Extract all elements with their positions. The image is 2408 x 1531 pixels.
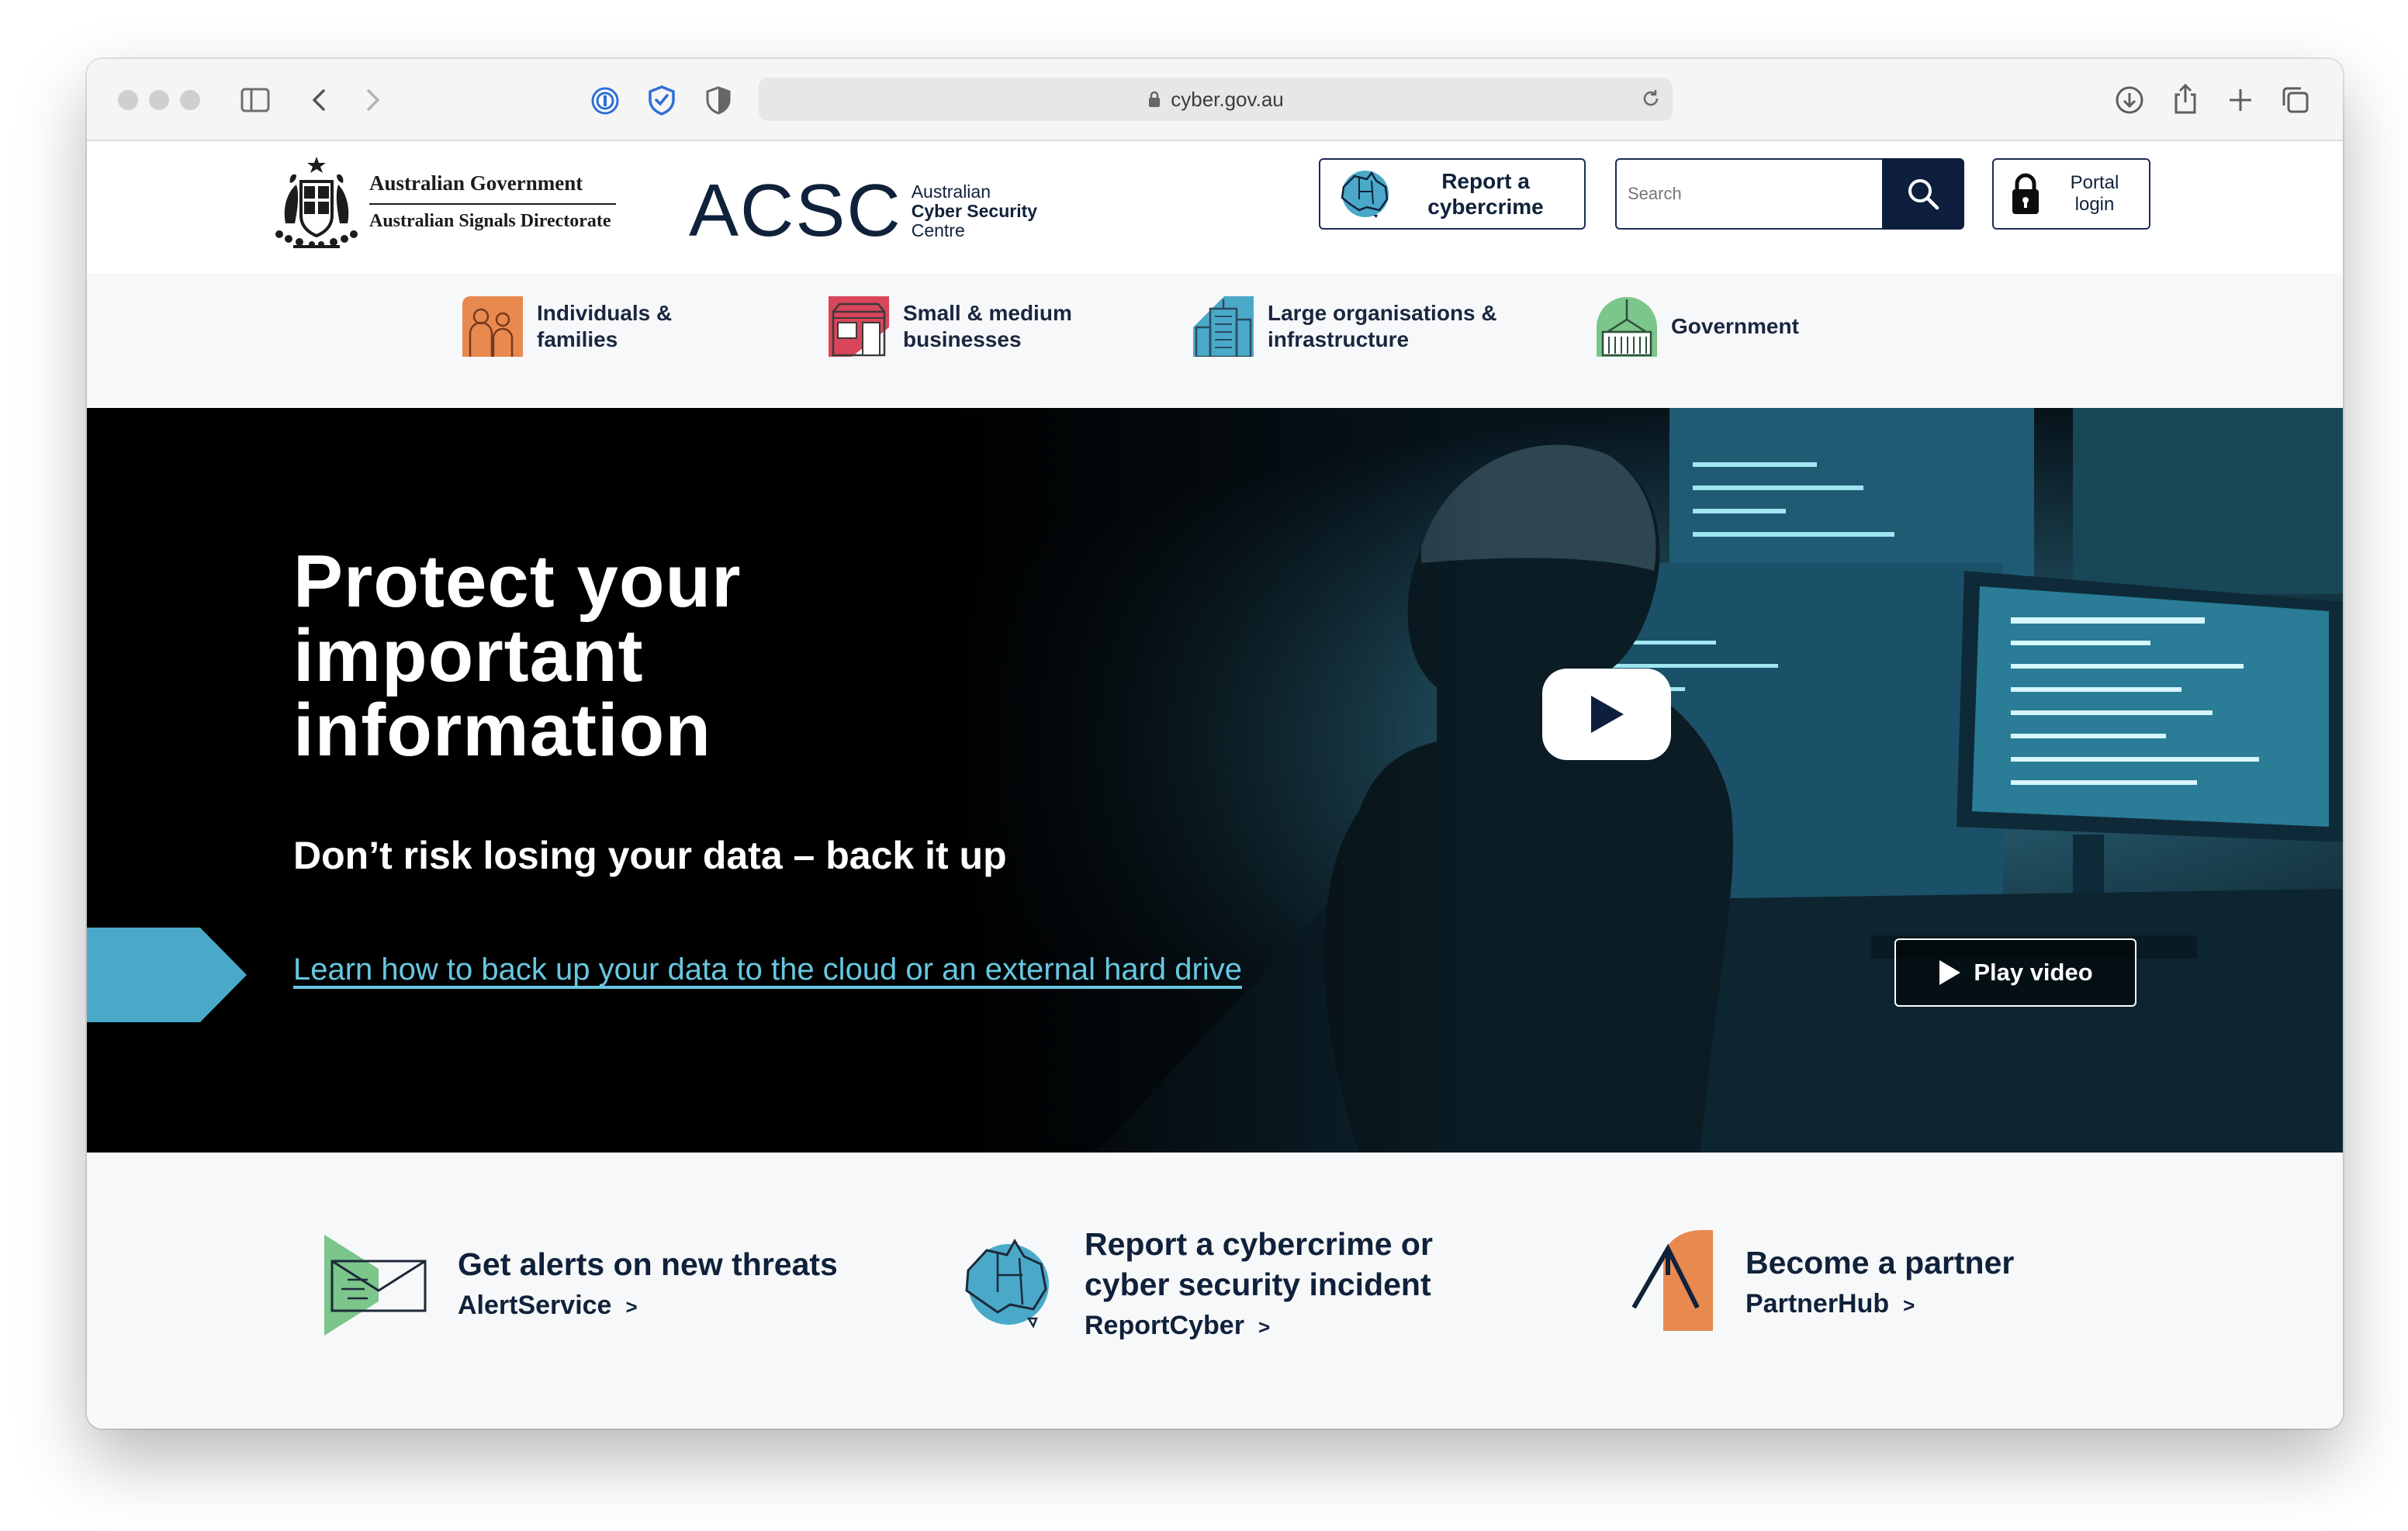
audience-individuals-families[interactable]: Individuals & families [462,296,672,357]
browser-toolbar: cyber.gov.au [87,59,2343,141]
portal-login-button[interactable]: Portal login [1992,158,2150,230]
card-link-label: ReportCyber [1085,1311,1244,1340]
audience-label-line1: Individuals & [537,301,673,325]
audience-small-medium-businesses[interactable]: Small & medium businesses [829,296,1072,357]
audience-nav: Individuals & families Small & medium bu… [87,273,2343,408]
url-text: cyber.gov.au [1171,87,1284,111]
quick-links: Get alerts on new threats AlertService > … [87,1153,2343,1429]
chevron-right-icon: > [1903,1294,1915,1317]
office-building-icon [1193,296,1254,357]
search-input[interactable] [1615,158,1882,230]
minimize-window-button[interactable] [149,90,169,110]
australian-government-logo[interactable]: Australian Government Australian Signals… [273,154,616,250]
card-title: Get alerts on new threats [458,1246,838,1282]
chevron-right-icon: > [625,1295,638,1318]
report-cybercrime-button[interactable]: Report a cybercrime [1319,158,1586,230]
australia-map-icon [1341,171,1389,218]
envelope-alert-icon [324,1235,427,1336]
acsc-logo[interactable]: ACSC Australian Cyber Security Centre [689,169,1038,252]
report-line1: Report a [1441,169,1530,193]
card-partner-hub[interactable]: Become a partner PartnerHub > [1631,1230,2014,1331]
play-video-label: Play video [1974,959,2093,986]
acsc-line1: Australian [911,181,991,202]
chevron-right-icon: > [1258,1315,1271,1339]
play-icon [1591,696,1624,733]
portal-line2: login [2074,194,2115,215]
play-icon [1939,960,1961,985]
audience-label-line2: businesses [903,327,1022,351]
hero-title-line2: important [293,614,644,697]
card-title: Become a partner [1745,1245,2015,1280]
hero-title-line1: Protect your [293,540,742,623]
acsc-line3: Centre [911,219,965,240]
backup-guide-link[interactable]: Learn how to back up your data to the cl… [293,952,1242,987]
hero-subtitle: Don’t risk losing your data – back it up [293,834,1007,877]
search-icon [1908,179,1939,210]
acsc-wordmark: ACSC [689,169,902,252]
search-button[interactable] [1882,158,1964,230]
audience-government[interactable]: Government [1597,296,1799,357]
card-title-line1: Report a cybercrime or [1085,1226,1433,1262]
portal-line1: Portal [2070,172,2119,193]
card-link[interactable]: ReportCyber > [1085,1311,1433,1341]
audience-label-line2: infrastructure [1268,327,1410,351]
card-link[interactable]: PartnerHub > [1745,1289,2014,1319]
address-bar[interactable]: cyber.gov.au [759,78,1673,121]
audience-label-line1: Government [1671,314,1799,338]
hero-banner: Protect your important information Don’t… [87,408,2343,1153]
sidebar-icon[interactable] [239,85,272,115]
padlock-icon [2012,173,2039,214]
card-link[interactable]: AlertService > [458,1291,838,1321]
forward-icon[interactable] [360,85,386,115]
tab-overview-icon[interactable] [2279,84,2312,116]
report-line2: cybercrime [1427,195,1544,219]
storefront-icon [829,296,889,357]
new-tab-icon[interactable] [2225,84,2256,116]
site-search [1615,158,1964,230]
card-title-line2: cyber security incident [1085,1267,1431,1302]
card-alert-service[interactable]: Get alerts on new threats AlertService > [324,1235,838,1336]
back-icon[interactable] [306,85,332,115]
parliament-house-icon [1597,297,1657,357]
lock-icon [1147,90,1161,109]
password-manager-icon[interactable] [590,85,621,116]
audience-label-line2: families [537,327,618,351]
coat-of-arms-icon [275,157,358,248]
privacy-shield-icon[interactable] [703,84,734,116]
hero-title-line3: information [293,689,711,772]
video-play-button[interactable] [1542,669,1671,760]
reload-icon[interactable] [1640,88,1662,115]
share-icon[interactable] [2169,81,2202,116]
australia-map-icon [965,1239,1049,1329]
card-report-cyber[interactable]: Report a cybercrime or cyber security in… [964,1226,1433,1341]
hero-title: Protect your important information [293,544,883,768]
audience-label-line1: Large organisations & [1268,301,1497,325]
play-video-button[interactable]: Play video [1894,938,2136,1007]
gov-line2: Australian Signals Directorate [369,211,611,231]
family-icon [462,296,523,357]
hero-arrow-icon [87,928,247,1022]
hacker-at-computers-image [87,408,2343,1153]
card-link-label: PartnerHub [1745,1289,1890,1318]
browser-window: cyber.gov.au Australian Government Austr… [87,59,2343,1429]
download-icon[interactable] [2113,84,2146,116]
partner-logo-icon [1631,1230,1713,1331]
acsc-line2: Cyber Security [911,200,1038,221]
close-window-button[interactable] [118,90,138,110]
shield-check-icon[interactable] [645,84,678,116]
zoom-window-button[interactable] [180,90,200,110]
audience-large-organisations-infrastructure[interactable]: Large organisations & infrastructure [1193,296,1497,357]
audience-label-line1: Small & medium [903,301,1072,325]
card-link-label: AlertService [458,1291,612,1320]
gov-line1: Australian Government [369,171,616,205]
